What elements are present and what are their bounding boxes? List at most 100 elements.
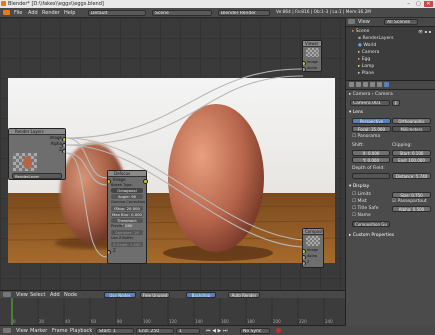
timeline-menu-marker[interactable]: Marker <box>30 328 47 334</box>
minimize-button[interactable]: – <box>404 1 413 7</box>
current-frame-field[interactable]: 1 <box>176 328 200 334</box>
custom-properties-panel-header[interactable]: ▸ Custom Properties <box>349 233 394 238</box>
outliner[interactable]: View All Scenes ▸ Scene ▪ RenderLayers ●… <box>345 18 435 80</box>
name-checkbox[interactable]: ☐ Name <box>352 213 371 218</box>
timeline-tick-label: 140 <box>195 319 203 324</box>
mist-checkbox[interactable]: ☐ Mist <box>352 199 367 204</box>
bokeh-type-dropdown[interactable]: Octagonal <box>111 188 143 193</box>
properties-tabs <box>346 81 435 90</box>
outliner-display-mode[interactable]: All Scenes <box>384 19 418 25</box>
viewer-node[interactable]: Viewer Image Alpha <box>302 40 322 72</box>
outliner-header: View All Scenes <box>346 18 435 27</box>
timeline-tick-label: 220 <box>299 319 307 324</box>
panorama-checkbox[interactable]: ☐ Panorama <box>352 134 380 139</box>
display-panel-header[interactable]: ▾ Display <box>349 184 369 189</box>
outliner-item-lamp[interactable]: ▸ Lamp <box>358 64 374 69</box>
display-size-field[interactable]: Size: 0.750 <box>392 192 431 198</box>
shift-y-field[interactable]: Y: 0.000 <box>352 157 390 163</box>
limits-checkbox[interactable]: ☐ Limits <box>352 192 371 197</box>
samples-field[interactable]: Samples: 16 <box>111 230 143 235</box>
input-z: Z <box>108 248 146 254</box>
shift-x-field[interactable]: X: 0.000 <box>352 150 390 156</box>
timeline-menu-playback[interactable]: Playback <box>70 328 92 334</box>
passepartout-checkbox[interactable]: ☑ Passepartout <box>392 199 427 204</box>
threshold-field[interactable]: Threshold: 1.000 <box>111 218 143 228</box>
menu-file[interactable]: File <box>14 10 22 16</box>
sync-mode-dropdown[interactable]: No Sync <box>240 328 270 334</box>
node-editor[interactable]: Render Layers Image Alpha Z RenderLayer … <box>0 18 345 290</box>
timeline[interactable]: 0 20 40 60 80 100 120 140 160 180 200 220 240 <box>0 298 345 325</box>
menu-render[interactable]: Render <box>42 10 60 16</box>
object-tab-icon[interactable] <box>370 82 375 87</box>
playback-controls-icon[interactable]: ⏮ ◀ ▶ ⏭ <box>206 328 227 334</box>
end-frame-field[interactable]: End: 250 <box>136 328 174 334</box>
window-title-bar: Blender* [D:\\fakes\\eggs\\eggs.blend] –… <box>0 0 435 8</box>
constraints-tab-icon[interactable] <box>377 82 382 87</box>
outliner-item-plane[interactable]: ▸ Plane <box>358 71 374 76</box>
scene-tab-icon[interactable] <box>356 82 361 87</box>
timeline-tick-label: 240 <box>325 319 333 324</box>
defocus-node[interactable]: Defocus Image Bokeh Type: Octagonal Angl… <box>107 170 148 264</box>
fake-user-button[interactable]: F <box>392 100 400 106</box>
render-layers-node[interactable]: Render Layers Image Alpha Z RenderLayer <box>8 128 66 180</box>
outliner-item-scene[interactable]: ▸ Scene <box>352 29 369 34</box>
render-layer-selector[interactable]: RenderLayer <box>12 173 62 179</box>
title-safe-checkbox[interactable]: ☐ Title Safe <box>352 206 379 211</box>
record-icon[interactable] <box>276 328 281 333</box>
fstop-field[interactable]: fStop: 20.000 <box>111 206 143 211</box>
editor-type-icon[interactable] <box>3 292 11 297</box>
timeline-menu-view[interactable]: View <box>16 328 28 334</box>
render-tab-icon[interactable] <box>349 82 354 87</box>
close-button[interactable]: ✕ <box>424 1 433 7</box>
orthographic-button[interactable]: Orthographic <box>392 118 431 124</box>
use-zbuffer-checkbox[interactable]: Use Z-Buffer <box>108 236 146 241</box>
menu-add[interactable]: Add <box>28 10 38 16</box>
editor-type-icon[interactable] <box>3 328 11 333</box>
focal-length-field[interactable]: Focal: 35.000 <box>352 126 391 132</box>
properties-editor[interactable]: ▸ Camera › Camera Camera.001 F ▾ Lens Pe… <box>345 80 435 326</box>
timeline-tick-label: 120 <box>169 319 177 324</box>
dof-distance-field[interactable]: Distance: 5.740 <box>392 173 431 179</box>
window-title: Blender* [D:\\fakes\\eggs\\eggs.blend] <box>8 1 104 7</box>
defocus-output-socket[interactable] <box>143 179 148 184</box>
maximize-button[interactable]: ▢ <box>414 1 423 7</box>
preview-checkbox[interactable]: Preview <box>108 224 146 229</box>
passepartout-alpha-field[interactable]: Alpha: 0.500 <box>392 206 431 212</box>
composite-node[interactable]: Composite Image Alpha Z <box>302 228 324 268</box>
menu-help[interactable]: Help <box>64 10 75 16</box>
camera-datablock-field[interactable]: Camera.001 <box>350 100 390 106</box>
layout-selector[interactable]: Default <box>88 10 146 16</box>
viewer-node-title: Viewer <box>303 41 321 47</box>
max-blur-field[interactable]: Max Blur: 0.000 <box>111 212 143 217</box>
render-engine-selector[interactable]: Blender Render <box>218 10 270 16</box>
blender-logo-icon <box>1 1 6 6</box>
properties-breadcrumb: ▸ Camera › Camera <box>349 92 393 97</box>
outliner-view-menu[interactable]: View <box>358 19 370 25</box>
start-frame-field[interactable]: Start: 1 <box>96 328 134 334</box>
gamma-correction-checkbox[interactable]: Gamma Correction <box>108 200 146 205</box>
visibility-icons[interactable]: 👁 ▪ ▪ <box>418 29 431 34</box>
outliner-item-egg[interactable]: ▸ Egg <box>358 57 370 62</box>
world-tab-icon[interactable] <box>363 82 368 87</box>
editor-type-icon[interactable] <box>3 10 10 15</box>
timeline-tick-label: 80 <box>117 319 123 324</box>
scene-selector[interactable]: Scene <box>152 10 212 16</box>
timeline-tick-label: 20 <box>39 319 45 324</box>
zscale-field[interactable]: Z-Scale: 1.000 <box>111 242 143 247</box>
lens-panel-header[interactable]: ▾ Lens <box>349 110 363 115</box>
editor-type-icon[interactable] <box>348 19 355 24</box>
outliner-item-camera[interactable]: ▸ Camera <box>358 50 379 55</box>
lens-unit-dropdown[interactable]: Millimeters <box>392 126 431 132</box>
composition-guides-dropdown[interactable]: Composition Gu <box>352 221 390 227</box>
timeline-menu-frame[interactable]: Frame <box>52 328 68 334</box>
outliner-item-renderlayers[interactable]: ▪ RenderLayers <box>358 36 393 41</box>
camera-data-tab-icon[interactable] <box>384 82 389 87</box>
perspective-button[interactable]: Perspective <box>352 118 391 124</box>
clip-end-field[interactable]: End: 100.000 <box>392 157 431 163</box>
composite-preview-thumbnail <box>306 236 320 246</box>
composite-node-title: Composite <box>303 229 323 235</box>
dof-object-field[interactable] <box>352 173 390 179</box>
outliner-item-world[interactable]: ● World <box>358 43 376 48</box>
angle-field[interactable]: Angle: 90 <box>111 194 143 199</box>
clip-start-field[interactable]: Start: 0.100 <box>392 150 431 156</box>
